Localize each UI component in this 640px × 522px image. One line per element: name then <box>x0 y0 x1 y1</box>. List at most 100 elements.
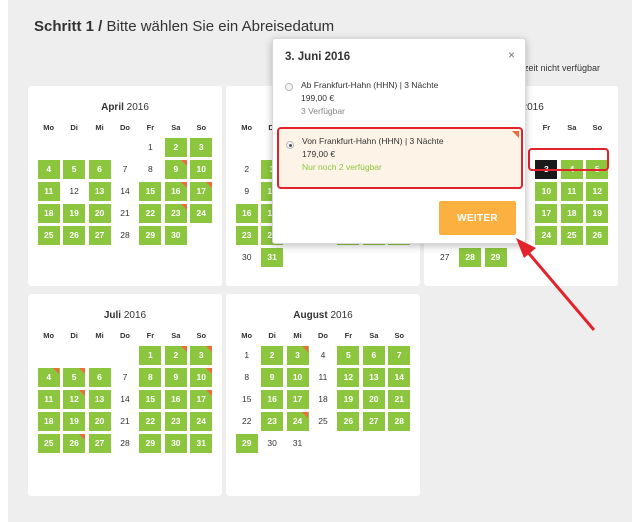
day-available[interactable]: 23 <box>235 225 258 245</box>
day-available[interactable]: 11 <box>37 181 60 201</box>
day-available[interactable]: 18 <box>560 203 583 223</box>
day-available[interactable]: 16 <box>261 389 284 409</box>
month-title: April 2016 <box>28 102 222 116</box>
day-available[interactable]: 18 <box>37 411 60 431</box>
day-available[interactable]: 16 <box>164 181 187 201</box>
day-available[interactable]: 2 <box>261 345 284 365</box>
day-available[interactable]: 10 <box>190 159 213 179</box>
day-available[interactable]: 16 <box>235 203 258 223</box>
day-available[interactable]: 14 <box>388 367 411 387</box>
day-available[interactable]: 26 <box>63 433 86 453</box>
day-available[interactable]: 19 <box>337 389 360 409</box>
day-available[interactable]: 10 <box>286 367 309 387</box>
day-available[interactable]: 9 <box>261 367 284 387</box>
day-cell: 8 <box>138 158 163 180</box>
day-available[interactable]: 23 <box>164 203 187 223</box>
day-available[interactable]: 30 <box>164 225 187 245</box>
day-available[interactable]: 19 <box>63 411 86 431</box>
day-available[interactable]: 11 <box>560 181 583 201</box>
day-unavailable: 15 <box>241 394 252 404</box>
day-available[interactable]: 31 <box>261 247 284 267</box>
day-available[interactable]: 21 <box>388 389 411 409</box>
close-icon[interactable]: × <box>508 48 515 62</box>
day-available[interactable]: 20 <box>88 411 111 431</box>
day-available[interactable]: 5 <box>63 367 86 387</box>
day-available[interactable]: 4 <box>37 159 60 179</box>
day-available[interactable]: 12 <box>337 367 360 387</box>
day-available[interactable]: 6 <box>88 159 111 179</box>
day-available[interactable]: 27 <box>362 411 385 431</box>
day-available[interactable]: 17 <box>190 389 213 409</box>
day-available[interactable]: 26 <box>586 225 609 245</box>
day-available[interactable]: 20 <box>362 389 385 409</box>
day-available[interactable]: 6 <box>88 367 111 387</box>
offer-option-1[interactable]: Ab Frankfurt-Hahn (HHN) | 3 Nächte 199,0… <box>283 79 515 121</box>
day-available[interactable]: 4 <box>37 367 60 387</box>
day-available[interactable]: 28 <box>388 411 411 431</box>
day-available[interactable]: 25 <box>560 225 583 245</box>
day-available[interactable]: 5 <box>337 345 360 365</box>
day-available[interactable]: 27 <box>88 225 111 245</box>
day-available[interactable]: 15 <box>139 181 162 201</box>
day-available[interactable]: 22 <box>139 411 162 431</box>
day-cell <box>534 246 559 268</box>
day-available[interactable]: 29 <box>139 433 162 453</box>
day-available[interactable]: 19 <box>586 203 609 223</box>
day-available[interactable]: 8 <box>139 367 162 387</box>
day-available[interactable]: 17 <box>190 181 213 201</box>
day-available[interactable]: 3 <box>190 137 213 157</box>
day-available[interactable]: 10 <box>535 181 558 201</box>
day-available[interactable]: 12 <box>63 389 86 409</box>
day-available[interactable]: 5 <box>63 159 86 179</box>
day-unavailable: 21 <box>120 416 130 426</box>
day-available[interactable]: 26 <box>63 225 86 245</box>
day-available[interactable]: 11 <box>37 389 60 409</box>
day-available[interactable]: 1 <box>139 345 162 365</box>
day-available[interactable]: 2 <box>164 345 187 365</box>
day-available[interactable]: 25 <box>37 433 60 453</box>
offer-option-2[interactable]: Von Frankfurt-Hahn (HHN) | 3 Nächte 179,… <box>277 127 523 189</box>
day-available[interactable]: 27 <box>88 433 111 453</box>
step-instruction: Bitte wählen Sie ein Abreisedatum <box>106 18 335 35</box>
day-available[interactable]: 12 <box>586 181 609 201</box>
day-available[interactable]: 9 <box>164 367 187 387</box>
day-available[interactable]: 18 <box>37 203 60 223</box>
day-available[interactable]: 29 <box>235 433 258 453</box>
day-available[interactable]: 6 <box>362 345 385 365</box>
day-available[interactable]: 23 <box>164 411 187 431</box>
day-available[interactable]: 25 <box>37 225 60 245</box>
day-available[interactable]: 3 <box>286 345 309 365</box>
day-available[interactable]: 24 <box>190 411 213 431</box>
day-available[interactable]: 17 <box>535 203 558 223</box>
day-available[interactable]: 10 <box>190 367 213 387</box>
day-available[interactable]: 24 <box>286 411 309 431</box>
day-available[interactable]: 24 <box>190 203 213 223</box>
day-available[interactable]: 23 <box>261 411 284 431</box>
day-available[interactable]: 3 <box>190 345 213 365</box>
day-available[interactable]: 13 <box>88 389 111 409</box>
day-available[interactable]: 13 <box>362 367 385 387</box>
day-available[interactable]: 22 <box>139 203 162 223</box>
day-available[interactable]: 24 <box>535 225 558 245</box>
day-available[interactable]: 9 <box>164 159 187 179</box>
day-available[interactable]: 15 <box>139 389 162 409</box>
day-available[interactable]: 7 <box>388 345 411 365</box>
continue-button[interactable]: WEITER <box>439 201 516 235</box>
day-available[interactable]: 13 <box>88 181 111 201</box>
day-unavailable: 9 <box>244 186 250 196</box>
day-available[interactable]: 19 <box>63 203 86 223</box>
day-available[interactable]: 26 <box>337 411 360 431</box>
month-april: April 2016 Mo Di Mi Do Fr Sa So 1 2 3 4 5 6 7 8 9 10 11 12 1… <box>28 86 222 286</box>
day-available[interactable]: 28 <box>459 247 482 267</box>
day-cell: 25 <box>36 224 61 246</box>
day-available[interactable]: 29 <box>484 247 507 267</box>
day-available[interactable]: 17 <box>286 389 309 409</box>
radio-offer-2[interactable] <box>286 141 294 149</box>
day-available[interactable]: 2 <box>164 137 187 157</box>
day-available[interactable]: 16 <box>164 389 187 409</box>
radio-offer-1[interactable] <box>285 83 293 91</box>
day-available[interactable]: 31 <box>190 433 213 453</box>
day-available[interactable]: 30 <box>164 433 187 453</box>
day-available[interactable]: 29 <box>139 225 162 245</box>
day-available[interactable]: 20 <box>88 203 111 223</box>
